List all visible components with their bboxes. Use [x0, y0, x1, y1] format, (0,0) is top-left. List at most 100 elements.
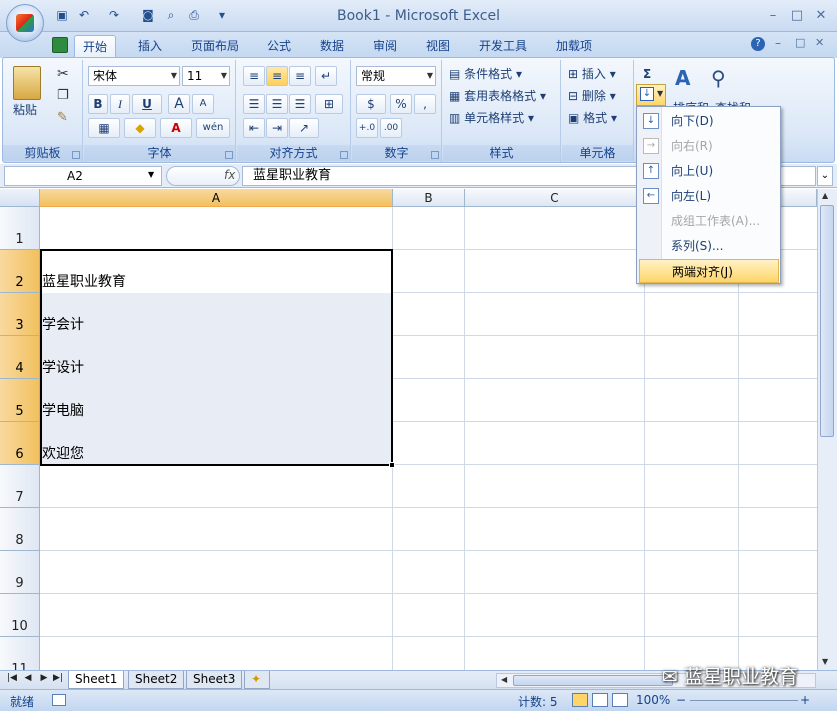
row-header-1[interactable]: 1: [0, 207, 40, 250]
number-launcher-icon[interactable]: [431, 151, 439, 159]
paste-icon[interactable]: [13, 66, 41, 100]
wrap-text-button[interactable]: ↵: [315, 66, 337, 86]
row-header-3[interactable]: 3: [0, 293, 40, 336]
cut-icon[interactable]: ✂: [57, 66, 69, 82]
row-header-9[interactable]: 9: [0, 551, 40, 594]
align-left-button[interactable]: ☰: [243, 94, 265, 114]
zoom-level[interactable]: 100%: [636, 693, 670, 707]
menu-item-across-worksheets[interactable]: 成组工作表(A)...: [639, 209, 779, 233]
font-launcher-icon[interactable]: [225, 151, 233, 159]
column-header-a[interactable]: A: [40, 189, 393, 207]
menu-item-fill-down[interactable]: ↓ 向下(D): [639, 109, 779, 133]
tab-review[interactable]: 审阅: [365, 35, 405, 58]
cell-styles-button[interactable]: ▥ 单元格样式 ▾: [449, 108, 534, 128]
fill-handle[interactable]: [389, 462, 395, 468]
row-header-6[interactable]: 6: [0, 422, 40, 465]
clipboard-launcher-icon[interactable]: [72, 151, 80, 159]
first-sheet-icon[interactable]: |◀: [6, 673, 18, 683]
menu-item-justify[interactable]: 两端对齐(J): [639, 259, 779, 283]
increase-indent-button[interactable]: ⇥: [266, 118, 288, 138]
row-header-7[interactable]: 7: [0, 465, 40, 508]
menu-item-fill-right[interactable]: → 向右(R): [639, 134, 779, 158]
vertical-scrollbar[interactable]: ▲ ▼: [817, 189, 837, 670]
row-header-11[interactable]: 11: [0, 637, 40, 670]
page-layout-view-icon[interactable]: [592, 693, 608, 707]
delete-cells-button[interactable]: ⊟ 删除 ▾: [568, 86, 616, 106]
macro-record-icon[interactable]: [52, 694, 66, 706]
row-header-5[interactable]: 5: [0, 379, 40, 422]
format-painter-icon[interactable]: ✎: [57, 110, 68, 125]
name-box[interactable]: A2: [4, 166, 162, 186]
alignment-launcher-icon[interactable]: [340, 151, 348, 159]
expand-formula-bar-icon[interactable]: ⌄: [817, 166, 833, 186]
chevron-down-icon[interactable]: ▼: [148, 170, 154, 179]
minimize-button[interactable]: –: [762, 7, 784, 25]
sheet-tab-sheet2[interactable]: Sheet2: [128, 671, 185, 689]
merge-center-button[interactable]: ⊞: [315, 94, 343, 114]
tab-view[interactable]: 视图: [418, 35, 458, 58]
tab-page-layout[interactable]: 页面布局: [183, 35, 247, 58]
tab-developer[interactable]: 开发工具: [471, 35, 535, 58]
ribbon-minimize-icon[interactable]: –: [775, 36, 781, 50]
border-button[interactable]: ▦: [88, 118, 120, 138]
insert-sheet-icon[interactable]: ✦: [244, 671, 270, 689]
font-color-button[interactable]: A: [160, 118, 192, 138]
tab-addins[interactable]: 加载项: [548, 35, 600, 58]
scroll-up-icon[interactable]: ▲: [822, 191, 828, 200]
sort-filter-icon[interactable]: A: [675, 66, 703, 96]
paste-button[interactable]: 粘贴: [13, 100, 37, 120]
row-header-4[interactable]: 4: [0, 336, 40, 379]
phonetic-button[interactable]: wén: [196, 118, 230, 138]
normal-view-icon[interactable]: [572, 693, 588, 707]
shrink-font-button[interactable]: A: [192, 94, 214, 114]
page-break-view-icon[interactable]: [612, 693, 628, 707]
insert-function-icon[interactable]: fx: [224, 168, 235, 182]
maximize-button[interactable]: □: [786, 7, 808, 25]
orientation-button[interactable]: ↗: [289, 118, 319, 138]
increase-decimal-button[interactable]: +.0: [356, 118, 378, 138]
vertical-scroll-thumb[interactable]: [820, 205, 834, 437]
grow-font-button[interactable]: A: [168, 94, 190, 114]
next-sheet-icon[interactable]: ▶: [38, 673, 50, 683]
copy-icon[interactable]: ❐: [57, 88, 69, 103]
menu-item-fill-left[interactable]: ← 向左(L): [639, 184, 779, 208]
format-cells-button[interactable]: ▣ 格式 ▾: [568, 108, 617, 128]
align-middle-button[interactable]: ≡: [266, 66, 288, 86]
underline-button[interactable]: U: [132, 94, 162, 114]
column-header-c[interactable]: C: [465, 189, 645, 207]
insert-cells-button[interactable]: ⊞ 插入 ▾: [568, 64, 616, 84]
tab-data[interactable]: 数据: [312, 35, 352, 58]
number-format-select[interactable]: 常规 ▼: [356, 66, 436, 86]
currency-button[interactable]: $: [356, 94, 386, 114]
autosum-icon[interactable]: Σ: [643, 64, 651, 84]
align-right-button[interactable]: ☰: [289, 94, 311, 114]
font-name-select[interactable]: 宋体 ▼: [88, 66, 180, 86]
ribbon-restore-icon[interactable]: □: [795, 36, 805, 49]
italic-button[interactable]: I: [110, 94, 130, 114]
comma-button[interactable]: ,: [414, 94, 436, 114]
row-header-2[interactable]: 2: [0, 250, 40, 293]
menu-item-fill-up[interactable]: ↑ 向上(U): [639, 159, 779, 183]
bold-button[interactable]: B: [88, 94, 108, 114]
fill-button[interactable]: ↓ ▼: [636, 84, 666, 106]
menu-item-series[interactable]: 系列(S)...: [639, 234, 779, 258]
decrease-indent-button[interactable]: ⇤: [243, 118, 265, 138]
scroll-left-icon[interactable]: ◀: [501, 675, 507, 684]
close-button[interactable]: ✕: [810, 7, 832, 25]
row-header-8[interactable]: 8: [0, 508, 40, 551]
fill-color-button[interactable]: ◆: [124, 118, 156, 138]
zoom-slider[interactable]: [690, 700, 798, 701]
horizontal-scroll-thumb[interactable]: [513, 675, 673, 686]
find-select-icon[interactable]: ⚲: [711, 66, 741, 96]
percent-button[interactable]: %: [390, 94, 412, 114]
scroll-down-icon[interactable]: ▼: [822, 657, 828, 666]
conditional-format-button[interactable]: ▤ 条件格式 ▾: [449, 64, 522, 84]
ribbon-close-icon[interactable]: ✕: [815, 36, 824, 49]
row-header-10[interactable]: 10: [0, 594, 40, 637]
select-all-button[interactable]: [0, 189, 40, 207]
decrease-decimal-button[interactable]: .00: [380, 118, 402, 138]
format-as-table-button[interactable]: ▦ 套用表格格式 ▾: [449, 86, 546, 106]
column-header-b[interactable]: B: [393, 189, 465, 207]
tab-home[interactable]: 开始: [74, 35, 117, 58]
prev-sheet-icon[interactable]: ◀: [22, 673, 34, 683]
